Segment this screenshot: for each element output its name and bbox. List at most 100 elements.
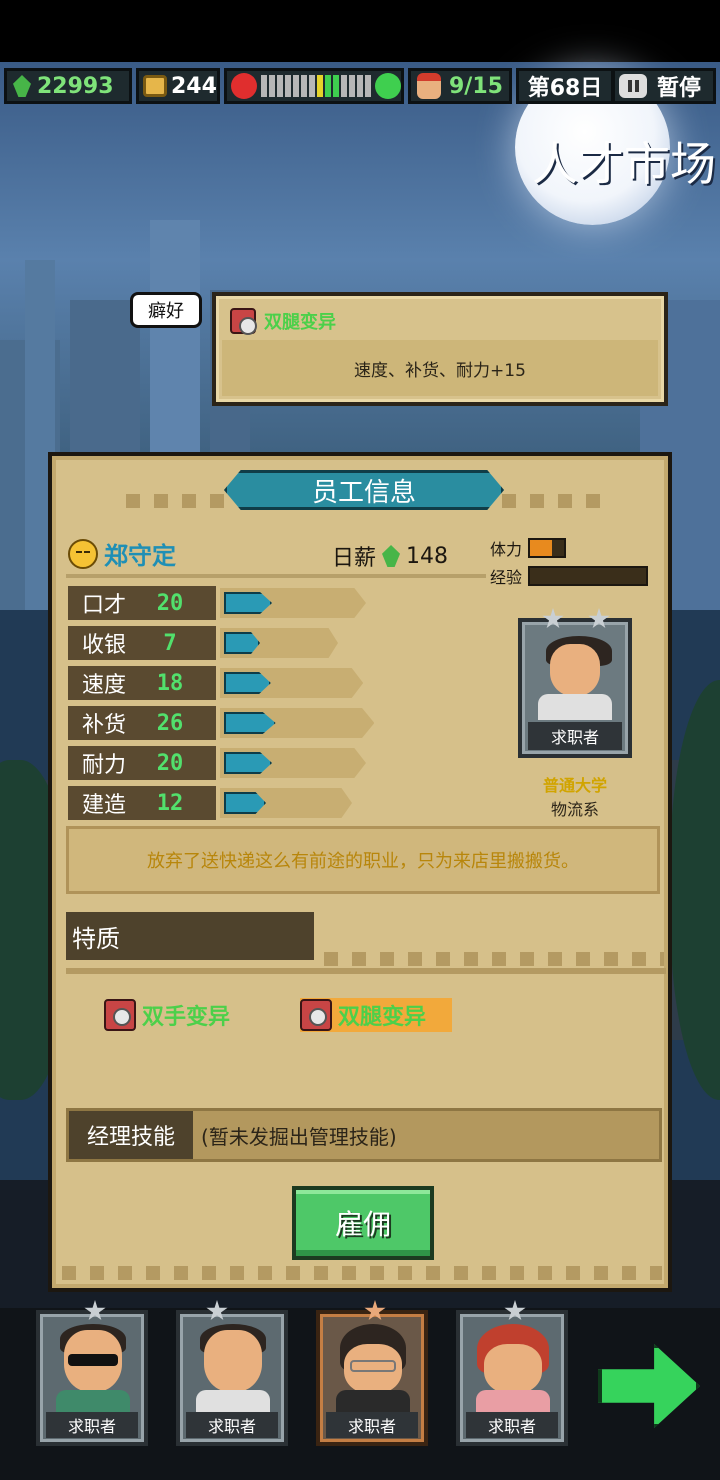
candidate-card[interactable]: 求职者	[36, 1300, 148, 1446]
money-value: 22993	[37, 73, 114, 99]
day-display: 第68日	[516, 68, 614, 104]
stat-row: 补货 26	[68, 704, 375, 744]
candidate-card[interactable]: 求职者	[456, 1300, 568, 1446]
stat-row: 速度 18	[68, 664, 368, 704]
employee-quote: 放弃了送快递这么有前途的职业，只为来店里搬搬货。	[66, 826, 660, 894]
stat-row: 口才 20	[68, 584, 368, 624]
shirt	[538, 694, 612, 720]
school-name: 普通大学	[542, 776, 607, 795]
stat-box: 补货 26	[68, 706, 216, 740]
candidate-label: 求职者	[46, 1412, 138, 1438]
trait-item-selected[interactable]: 双腿变异	[300, 998, 453, 1032]
stamina-bar	[528, 538, 567, 558]
stat-name: 口才	[82, 593, 127, 618]
stamina-row: 体力	[490, 536, 567, 560]
stat-row: 耐力 20	[68, 744, 368, 784]
mutation-icon	[230, 308, 257, 335]
education: 普通大学 物流系	[518, 772, 632, 820]
exp-label: 经验	[490, 568, 523, 587]
top-zigzag-left	[126, 494, 224, 508]
coin-display: 244	[136, 68, 220, 104]
face	[550, 644, 600, 696]
mood-bar-segment	[269, 75, 275, 97]
mood-bar-segment	[349, 75, 355, 97]
staff-value: 9/15	[449, 73, 503, 99]
stat-row: 建造 12	[68, 784, 368, 824]
employee-info-panel: 员工信息 郑守定 日薪 148 体力 经验 口才 20 收银 7 速度 18 补货 26 耐力 2…	[48, 452, 672, 1292]
staff-icon	[417, 73, 441, 99]
mood-bar-segment	[341, 75, 347, 97]
mood-bar-segment	[293, 75, 299, 97]
employee-name: 郑守定	[104, 542, 176, 570]
mood-bar-segment	[285, 75, 291, 97]
traits-list: 双手变异 双腿变异	[104, 998, 453, 1032]
pause-icon	[619, 74, 647, 98]
staff-count: 9/15	[408, 68, 512, 104]
traits-divider	[66, 968, 666, 974]
money-display: 22993	[4, 68, 132, 104]
hire-button[interactable]: 雇佣	[292, 1186, 434, 1260]
mood-bar-segment	[325, 75, 331, 97]
face	[484, 1344, 542, 1394]
candidate-card[interactable]: 求职者	[176, 1300, 288, 1446]
stat-box: 建造 12	[68, 786, 216, 820]
divider	[66, 574, 486, 578]
day-value: 第68日	[527, 76, 603, 101]
stat-box: 口才 20	[68, 586, 216, 620]
stamina-fill	[530, 540, 553, 556]
stat-value: 7	[163, 630, 177, 656]
trait-item[interactable]: 双手变异	[104, 998, 256, 1032]
hobby-tooltip: 双腿变异 速度、补货、耐力+15	[212, 292, 668, 406]
pause-button[interactable]: 暂停	[612, 68, 716, 104]
major-name: 物流系	[550, 800, 599, 819]
star-icon	[588, 608, 610, 629]
stat-box: 耐力 20	[68, 746, 216, 780]
mood-bar-segment	[309, 75, 315, 97]
exp-row: 经验	[490, 564, 649, 588]
portrait-label: 求职者	[528, 722, 622, 750]
salary-label: 日薪	[332, 546, 377, 571]
bottom-zigzag	[62, 1266, 662, 1280]
coin-icon	[143, 75, 167, 97]
pause-label: 暂停	[657, 76, 702, 101]
stat-box: 速度 18	[68, 666, 216, 700]
stats-list: 口才 20 收银 7 速度 18 补货 26 耐力 20 建造 12	[68, 584, 375, 824]
mood-bar-segment	[357, 75, 363, 97]
glasses-icon	[350, 1360, 396, 1372]
mutation-icon	[300, 999, 333, 1031]
candidate-label: 求职者	[186, 1412, 278, 1438]
mood-bar-segment	[277, 75, 283, 97]
manager-skill-label: 经理技能	[69, 1111, 194, 1159]
manager-skill: 经理技能 (暂未发掘出管理技能)	[66, 1108, 662, 1162]
stat-row: 收银 7	[68, 624, 368, 664]
salary-value: 148	[406, 543, 449, 569]
top-zigzag-right	[502, 494, 600, 508]
star-icon	[542, 608, 564, 629]
manager-skill-value: (暂未发掘出管理技能)	[201, 1124, 397, 1149]
trait-label: 双腿变异	[338, 1005, 427, 1030]
employee-portrait: 求职者	[518, 608, 632, 758]
money-icon	[382, 545, 401, 567]
stat-box: 收银 7	[68, 626, 216, 660]
candidate-label: 求职者	[466, 1412, 558, 1438]
happy-face-icon	[375, 73, 401, 99]
stat-name: 收银	[82, 633, 127, 658]
sunglasses-icon	[68, 1354, 118, 1366]
daily-salary: 日薪 148	[332, 540, 448, 572]
candidate-label: 求职者	[326, 1412, 418, 1438]
stat-name: 补货	[82, 713, 127, 738]
mood-bar-segment	[261, 75, 267, 97]
trait-label: 双手变异	[142, 1005, 231, 1030]
money-icon	[13, 75, 31, 97]
stat-name: 速度	[82, 673, 127, 698]
panel-title: 员工信息	[224, 470, 504, 510]
candidate-card-active[interactable]: 求职者	[316, 1300, 428, 1446]
stat-value: 26	[156, 710, 184, 736]
face	[204, 1330, 262, 1392]
hobby-tag: 癖好	[130, 292, 202, 328]
exp-bar	[528, 566, 649, 586]
mood-bar-segment	[333, 75, 339, 97]
hobby-desc: 速度、补货、耐力+15	[222, 340, 658, 396]
scene-title: 人才市场	[532, 137, 716, 191]
mutation-icon	[104, 999, 136, 1031]
